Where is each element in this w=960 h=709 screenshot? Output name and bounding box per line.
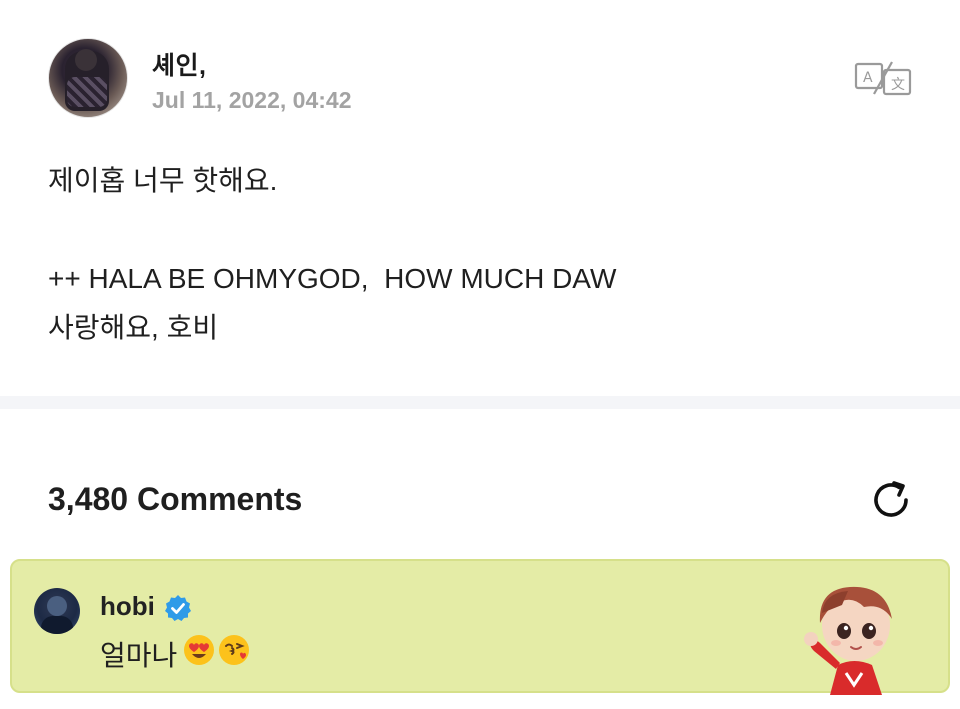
translate-icon: A 文 xyxy=(854,61,912,96)
translate-button[interactable]: A 文 xyxy=(854,60,912,98)
refresh-comments-button[interactable] xyxy=(866,475,916,525)
kiss-emoji-icon xyxy=(219,635,249,665)
author-avatar[interactable] xyxy=(48,38,128,118)
section-divider xyxy=(0,396,960,409)
avatar-figure xyxy=(65,49,109,111)
refresh-icon xyxy=(874,481,908,517)
verified-badge-icon xyxy=(165,595,191,621)
post-date: Jul 11, 2022, 04:42 xyxy=(152,87,352,113)
svg-text:文: 文 xyxy=(891,77,905,93)
pinned-comment[interactable]: hobi 얼마나 xyxy=(10,559,950,695)
comments-count-title: 3,480 Comments xyxy=(48,481,303,517)
post-header: 셰인, Jul 11, 2022, 04:42 A 文 xyxy=(48,38,912,120)
post-body-line: ++ HALA BE OHMYGOD, HOW MUCH DAW xyxy=(48,263,617,294)
svg-text:A: A xyxy=(863,70,873,86)
post-body-line: 사랑해요, 호비 xyxy=(48,312,219,343)
comment-text: 얼마나 xyxy=(100,640,178,671)
author-name[interactable]: 셰인, xyxy=(152,46,206,82)
commenter-avatar[interactable] xyxy=(34,588,80,634)
post-body: 제이홉 너무 핫해요. ++ HALA BE OHMYGOD, HOW MUCH… xyxy=(48,156,908,352)
commenter-name[interactable]: hobi xyxy=(100,591,155,622)
post-body-line: 제이홉 너무 핫해요. xyxy=(48,165,278,196)
heart-eyes-emoji-icon xyxy=(184,635,214,665)
post-detail-page: 셰인, Jul 11, 2022, 04:42 A 文 제이홉 너무 핫해요. … xyxy=(0,0,960,709)
character-sticker-icon xyxy=(804,586,892,695)
post-body-line xyxy=(48,205,908,254)
